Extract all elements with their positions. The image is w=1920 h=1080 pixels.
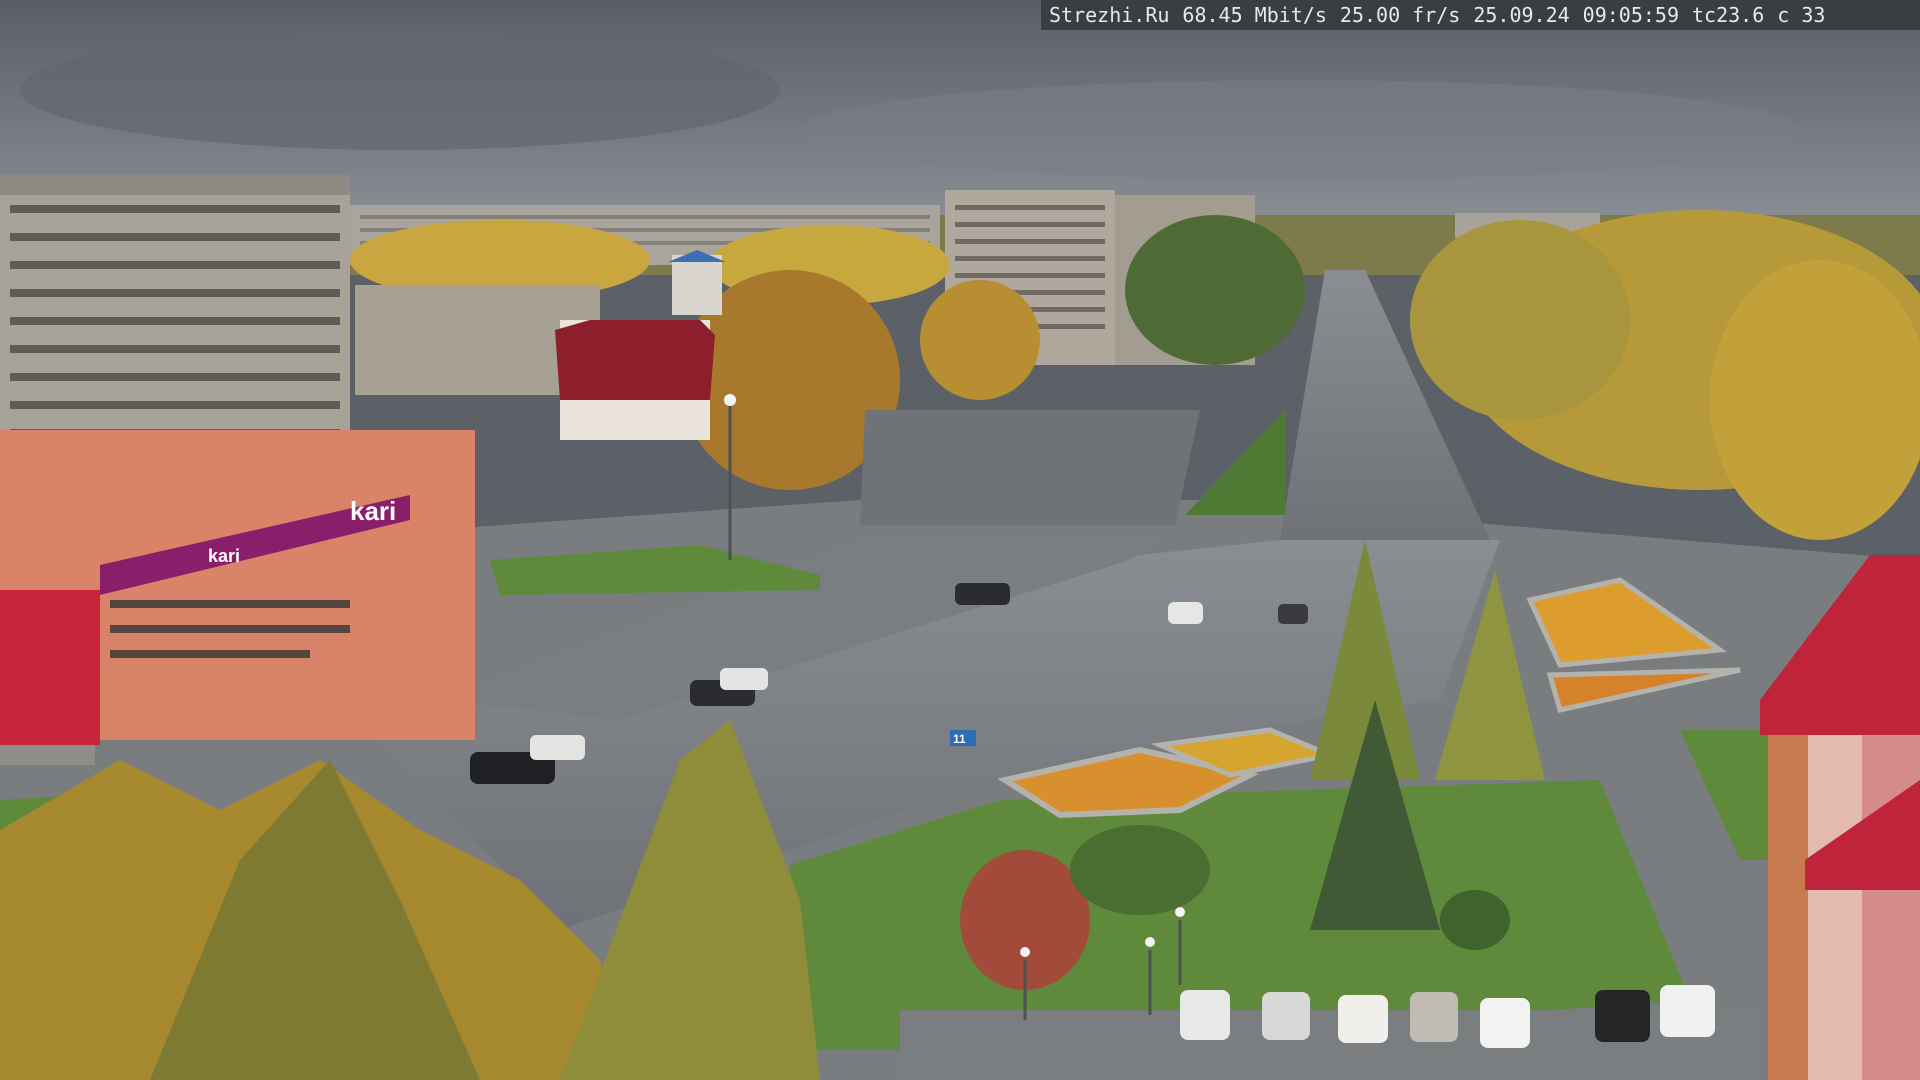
overlay-channel: c 33 xyxy=(1777,3,1826,27)
store-logo-text: kari xyxy=(350,496,396,526)
shrub xyxy=(1070,825,1210,915)
parked-car xyxy=(1660,985,1715,1037)
moving-car xyxy=(530,735,585,760)
parked-car xyxy=(1262,992,1310,1040)
overlay-date: 25.09.24 xyxy=(1473,3,1570,27)
shrub xyxy=(1440,890,1510,950)
parked-car xyxy=(1410,992,1458,1042)
moving-car xyxy=(955,583,1010,605)
tree-cluster xyxy=(1125,215,1305,365)
cloud xyxy=(800,80,1800,180)
moving-car xyxy=(1278,604,1308,624)
overlay-bitrate: 68.45 Mbit/s xyxy=(1182,3,1327,27)
blue-roof-tower xyxy=(672,255,722,315)
camera-overlay: Strezhi.Ru 68.45 Mbit/s 25.00 fr/s 25.09.24… xyxy=(1041,0,1920,30)
tree-cluster-right xyxy=(1410,220,1630,420)
moving-car xyxy=(1168,602,1203,624)
parked-car xyxy=(1180,990,1230,1040)
parked-car xyxy=(1480,998,1530,1048)
cloud xyxy=(20,30,780,150)
city-square-scene: kari kari 11 xyxy=(0,0,1920,1080)
overlay-time: 09:05:59 xyxy=(1582,3,1679,27)
tree-cluster-mid xyxy=(920,280,1040,400)
webcam-frame: kari kari 11 Strezhi.Ru 68.45 Mbit/s 25.… xyxy=(0,0,1920,1080)
store-logo-text-2: kari xyxy=(208,546,240,566)
bus-stop-sign-text: 11 xyxy=(953,732,966,746)
store-red-block xyxy=(0,590,100,745)
grass-median xyxy=(1185,410,1285,515)
overlay-temperature: tc23.6 xyxy=(1692,3,1765,27)
parked-car xyxy=(1595,990,1650,1042)
parking-lot xyxy=(860,410,1200,525)
moving-car xyxy=(720,668,768,690)
tree-cluster-right xyxy=(1710,260,1920,540)
overlay-site: Strezhi.Ru xyxy=(1049,3,1170,27)
red-roof xyxy=(555,320,715,400)
parked-car xyxy=(1338,995,1388,1043)
overlay-framerate: 25.00 fr/s xyxy=(1339,3,1461,27)
